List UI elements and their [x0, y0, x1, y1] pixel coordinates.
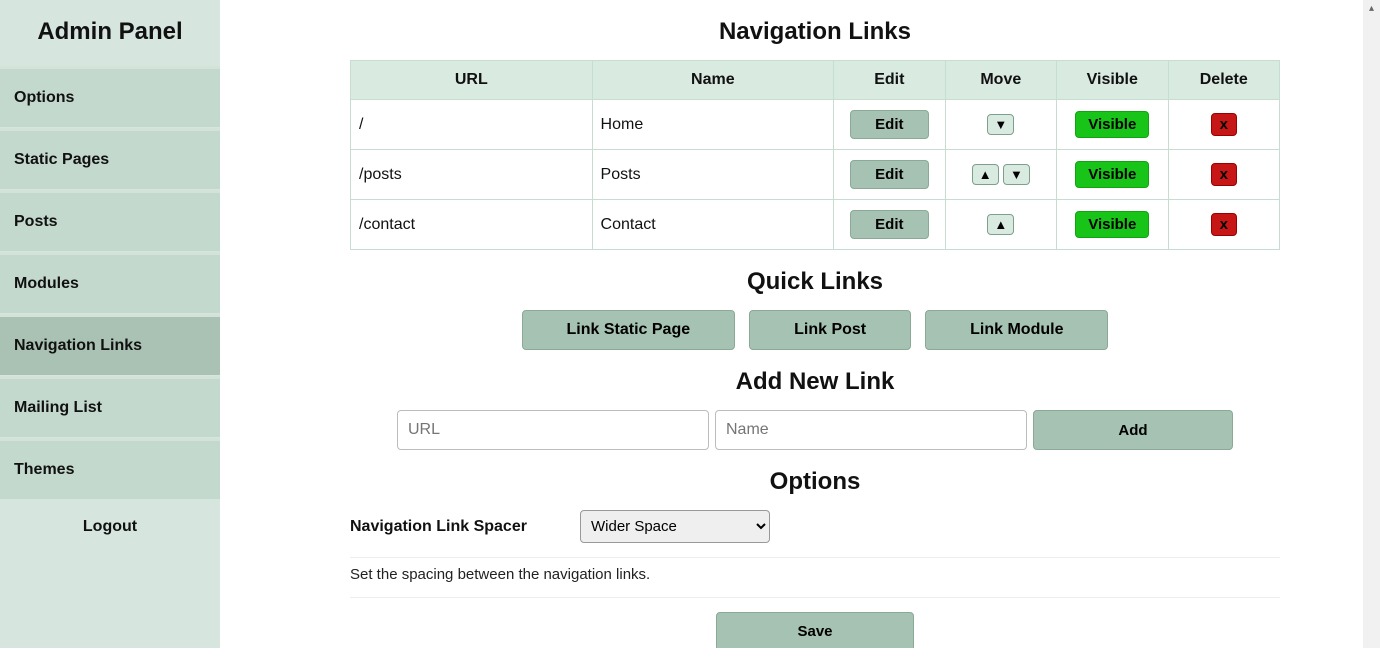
edit-button[interactable]: Edit — [850, 160, 928, 189]
sidebar-item-themes[interactable]: Themes — [0, 438, 220, 500]
link-post-button[interactable]: Link Post — [749, 310, 911, 350]
cell-name: Contact — [592, 200, 834, 250]
page-heading: Navigation Links — [350, 18, 1280, 46]
cell-url: /posts — [351, 150, 593, 200]
sidebar-item-mailing-list[interactable]: Mailing List — [0, 376, 220, 438]
scrollbar[interactable]: ▴ — [1363, 0, 1380, 648]
quick-links-row: Link Static Page Link Post Link Module — [350, 310, 1280, 350]
edit-button[interactable]: Edit — [850, 110, 928, 139]
table-row: /posts Posts Edit ▲ ▼ Visible x — [351, 150, 1280, 200]
nav-links-table: URL Name Edit Move Visible Delete / Home… — [350, 60, 1280, 250]
move-down-icon[interactable]: ▼ — [987, 114, 1014, 135]
sidebar-item-static-pages[interactable]: Static Pages — [0, 128, 220, 190]
add-button[interactable]: Add — [1033, 410, 1233, 450]
th-edit: Edit — [834, 61, 945, 100]
sidebar-nav: Options Static Pages Posts Modules Navig… — [0, 66, 220, 554]
th-delete: Delete — [1168, 61, 1280, 100]
edit-button[interactable]: Edit — [850, 210, 928, 239]
scroll-up-icon[interactable]: ▴ — [1363, 0, 1380, 17]
delete-button[interactable]: x — [1211, 163, 1237, 186]
visible-toggle[interactable]: Visible — [1075, 161, 1149, 188]
th-visible: Visible — [1057, 61, 1168, 100]
spacer-description: Set the spacing between the navigation l… — [350, 566, 1280, 598]
link-static-page-button[interactable]: Link Static Page — [522, 310, 736, 350]
cell-name: Posts — [592, 150, 834, 200]
name-input[interactable] — [715, 410, 1027, 450]
table-row: / Home Edit ▼ Visible x — [351, 100, 1280, 150]
url-input[interactable] — [397, 410, 709, 450]
sidebar-item-modules[interactable]: Modules — [0, 252, 220, 314]
options-heading: Options — [350, 468, 1280, 496]
cell-name: Home — [592, 100, 834, 150]
add-new-link-heading: Add New Link — [350, 368, 1280, 396]
spacer-option-row: Navigation Link Spacer Wider Space — [350, 510, 1280, 558]
main-content: Navigation Links URL Name Edit Move Visi… — [220, 0, 1363, 648]
th-url: URL — [351, 61, 593, 100]
spacer-label: Navigation Link Spacer — [350, 518, 550, 536]
save-button[interactable]: Save — [716, 612, 913, 648]
move-up-icon[interactable]: ▲ — [972, 164, 999, 185]
quick-links-heading: Quick Links — [350, 268, 1280, 296]
sidebar-item-options[interactable]: Options — [0, 66, 220, 128]
delete-button[interactable]: x — [1211, 113, 1237, 136]
cell-url: /contact — [351, 200, 593, 250]
th-move: Move — [945, 61, 1056, 100]
move-up-icon[interactable]: ▲ — [987, 214, 1014, 235]
move-down-icon[interactable]: ▼ — [1003, 164, 1030, 185]
visible-toggle[interactable]: Visible — [1075, 111, 1149, 138]
sidebar-item-posts[interactable]: Posts — [0, 190, 220, 252]
spacer-select[interactable]: Wider Space — [580, 510, 770, 543]
sidebar-title: Admin Panel — [0, 0, 220, 66]
link-module-button[interactable]: Link Module — [925, 310, 1108, 350]
table-row: /contact Contact Edit ▲ Visible x — [351, 200, 1280, 250]
add-new-row: Add — [350, 410, 1280, 450]
delete-button[interactable]: x — [1211, 213, 1237, 236]
sidebar: Admin Panel Options Static Pages Posts M… — [0, 0, 220, 648]
cell-url: / — [351, 100, 593, 150]
sidebar-item-navigation-links[interactable]: Navigation Links — [0, 314, 220, 376]
visible-toggle[interactable]: Visible — [1075, 211, 1149, 238]
sidebar-logout[interactable]: Logout — [0, 500, 220, 554]
th-name: Name — [592, 61, 834, 100]
